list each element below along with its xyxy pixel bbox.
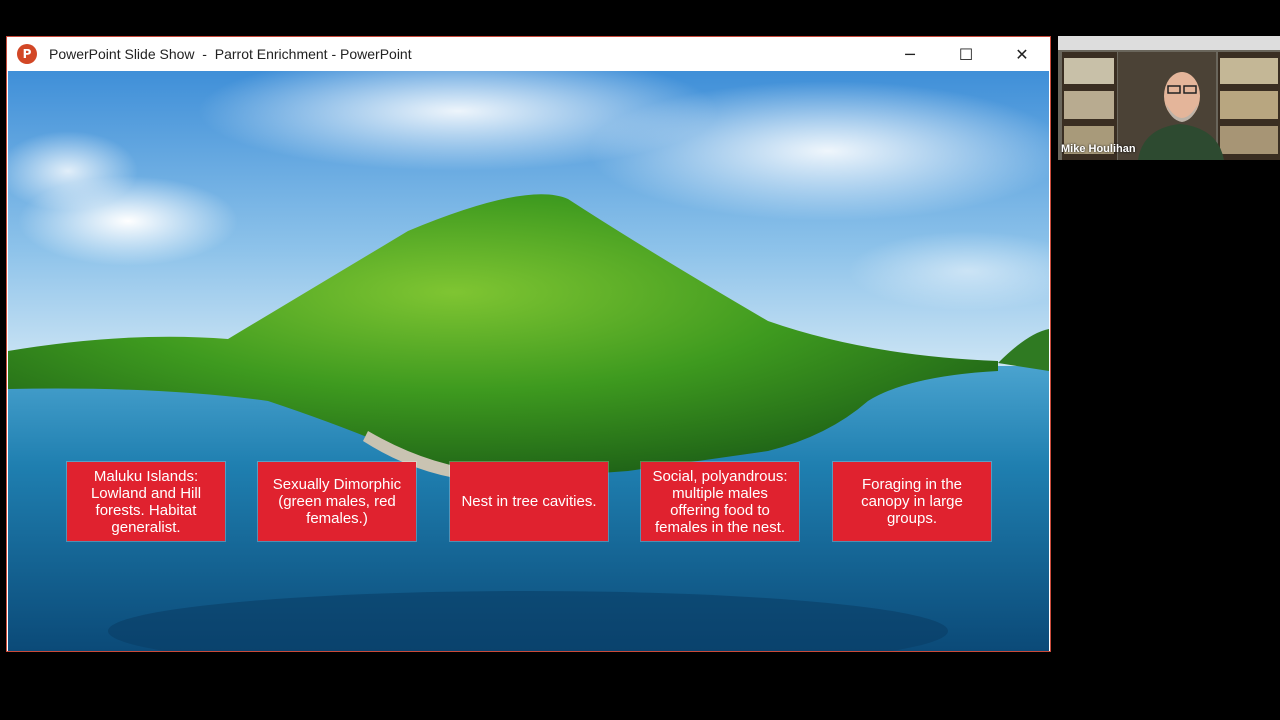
close-button[interactable]: ✕: [994, 37, 1050, 71]
maximize-button[interactable]: ☐: [938, 37, 994, 71]
info-card-habitat: Maluku Islands: Lowland and Hill forests…: [67, 462, 225, 541]
participant-video-tile[interactable]: Mike Houlihan: [1058, 36, 1280, 160]
minimize-icon: ─: [905, 44, 915, 64]
info-card-social: Social, polyandrous: multiple males offe…: [641, 462, 799, 541]
close-icon: ✕: [1015, 44, 1029, 64]
maximize-icon: ☐: [958, 44, 974, 64]
info-card-foraging: Foraging in the canopy in large groups.: [833, 462, 991, 541]
window-title: PowerPoint Slide Show - Parrot Enrichmen…: [49, 46, 412, 62]
participant-video-feed: [1058, 36, 1280, 160]
info-card-nesting: Nest in tree cavities.: [450, 462, 608, 541]
powerpoint-icon: P: [17, 44, 37, 64]
info-card-dimorphism: Sexually Dimorphic (green males, red fem…: [258, 462, 416, 541]
island-background-image: [8, 71, 1049, 651]
slide-canvas[interactable]: Maluku Islands: Lowland and Hill forests…: [8, 71, 1049, 651]
participant-name: Mike Houlihan: [1061, 143, 1136, 155]
slideshow-window: P PowerPoint Slide Show - Parrot Enrichm…: [6, 36, 1051, 652]
title-bar[interactable]: P PowerPoint Slide Show - Parrot Enrichm…: [7, 37, 1050, 71]
minimize-button[interactable]: ─: [882, 37, 938, 71]
window-controls: ─ ☐ ✕: [882, 37, 1050, 71]
